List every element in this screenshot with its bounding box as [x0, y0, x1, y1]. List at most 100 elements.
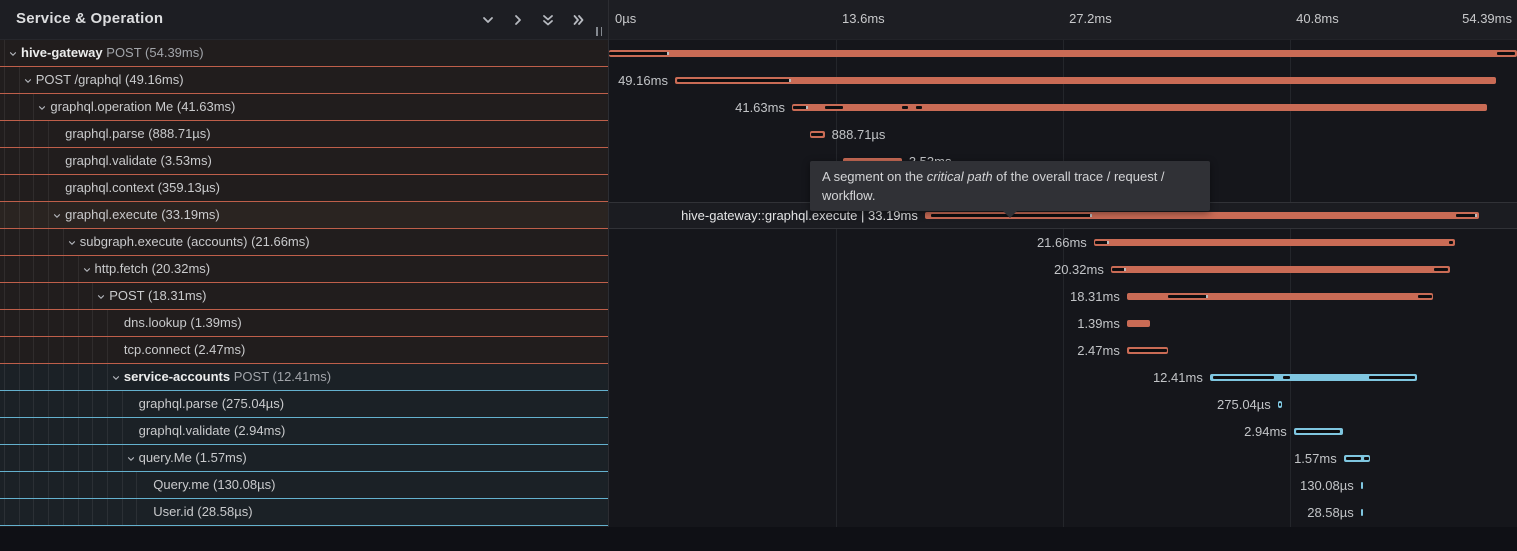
collapse-chevron-icon[interactable]: [126, 454, 136, 464]
span-bar[interactable]: [792, 104, 1487, 111]
collapse-chevron-icon[interactable]: [67, 238, 77, 248]
span-label: graphql.execute (33.19ms): [65, 202, 220, 228]
span-row[interactable]: service-accounts POST (12.41ms): [0, 364, 608, 391]
span-row[interactable]: graphql.context (359.13µs): [0, 175, 608, 202]
indent-guide: [33, 202, 34, 228]
span-label: tcp.connect (2.47ms): [124, 337, 245, 363]
timeline-row: 2.94ms: [609, 418, 1517, 445]
span-row[interactable]: graphql.validate (2.94ms): [0, 418, 608, 445]
span-row[interactable]: graphql.execute (33.19ms): [0, 202, 608, 229]
span-row[interactable]: dns.lookup (1.39ms): [0, 310, 608, 337]
span-row[interactable]: POST (18.31ms): [0, 283, 608, 310]
timeline-row: 18.31ms: [609, 283, 1517, 310]
indent-guide: [19, 148, 20, 174]
indent-guide: [78, 391, 79, 417]
span-row[interactable]: graphql.parse (888.71µs): [0, 121, 608, 148]
span-row[interactable]: graphql.parse (275.04µs): [0, 391, 608, 418]
collapse-chevron-icon[interactable]: [82, 265, 92, 275]
trace-viewer: Service & Operation hive-gateway POST (5…: [0, 0, 1517, 551]
critical-path-segment: [1434, 268, 1449, 271]
indent-guide: [33, 499, 34, 525]
critical-path-cap: [789, 79, 791, 82]
timeline-row: 130.08µs: [609, 472, 1517, 499]
indent-guide: [122, 499, 123, 525]
timeline-row: 1.39ms: [609, 310, 1517, 337]
indent-guide: [4, 202, 5, 228]
span-row[interactable]: http.fetch (20.32ms): [0, 256, 608, 283]
indent-guide: [48, 391, 49, 417]
span-bar[interactable]: [609, 50, 1517, 57]
critical-path-segment: [609, 52, 669, 55]
critical-path-cap: [1206, 295, 1208, 298]
axis-tick-label: 54.39ms: [1462, 11, 1512, 26]
critical-path-segment: [1296, 430, 1340, 433]
indent-guide: [48, 283, 49, 309]
indent-guide: [4, 310, 5, 336]
collapse-chevron-icon[interactable]: [8, 49, 18, 59]
chevron-down-icon[interactable]: [480, 12, 496, 28]
indent-guide: [48, 148, 49, 174]
span-row[interactable]: graphql.operation Me (41.63ms): [0, 94, 608, 121]
critical-path-segment: [1418, 295, 1432, 298]
indent-guide: [48, 364, 49, 390]
indent-guide: [63, 229, 64, 255]
double-chevron-right-icon[interactable]: [570, 12, 586, 28]
span-row[interactable]: Query.me (130.08µs): [0, 472, 608, 499]
indent-guide: [107, 499, 108, 525]
indent-guide: [48, 418, 49, 444]
span-row[interactable]: graphql.validate (3.53ms): [0, 148, 608, 175]
span-label: User.id (28.58µs): [153, 499, 252, 525]
indent-guide: [63, 256, 64, 282]
indent-guide: [33, 310, 34, 336]
indent-guide: [92, 391, 93, 417]
span-label: query.Me (1.57ms): [139, 445, 247, 471]
indent-guide: [122, 472, 123, 498]
indent-guide: [78, 364, 79, 390]
span-row[interactable]: hive-gateway POST (54.39ms): [0, 40, 608, 67]
collapse-chevron-icon[interactable]: [52, 211, 62, 221]
span-row[interactable]: POST /graphql (49.16ms): [0, 67, 608, 94]
span-bar[interactable]: [1361, 482, 1363, 489]
span-row[interactable]: User.id (28.58µs): [0, 499, 608, 526]
span-bar[interactable]: [1361, 509, 1363, 516]
timeline-row: 275.04µs: [609, 391, 1517, 418]
indent-guide: [33, 364, 34, 390]
indent-guide: [4, 391, 5, 417]
collapse-chevron-icon[interactable]: [23, 76, 33, 86]
span-label: subgraph.execute (accounts) (21.66ms): [80, 229, 310, 255]
span-bar[interactable]: [675, 77, 1496, 84]
indent-guide: [78, 418, 79, 444]
indent-guide: [92, 337, 93, 363]
span-bar[interactable]: [1127, 320, 1150, 327]
indent-guide: [122, 445, 123, 471]
tooltip-text-italic: critical path: [927, 169, 993, 184]
indent-guide: [63, 445, 64, 471]
indent-guide: [136, 499, 137, 525]
indent-guide: [63, 472, 64, 498]
collapse-chevron-icon[interactable]: [96, 292, 106, 302]
double-chevron-down-icon[interactable]: [540, 12, 556, 28]
indent-guide: [107, 418, 108, 444]
operation-name: POST (12.41ms): [230, 369, 331, 384]
indent-guide: [4, 472, 5, 498]
span-bar[interactable]: [1094, 239, 1456, 246]
critical-path-segment: [1456, 214, 1477, 217]
span-duration-label: 28.58µs: [1307, 499, 1354, 526]
indent-guide: [19, 391, 20, 417]
indent-guide: [78, 283, 79, 309]
indent-guide: [33, 175, 34, 201]
span-row[interactable]: query.Me (1.57ms): [0, 445, 608, 472]
indent-guide: [4, 40, 5, 66]
span-duration-label: 275.04µs: [1217, 391, 1271, 418]
span-row[interactable]: subgraph.execute (accounts) (21.66ms): [0, 229, 608, 256]
collapse-chevron-icon[interactable]: [37, 103, 47, 113]
span-label: Query.me (130.08µs): [153, 472, 275, 498]
collapse-chevron-icon[interactable]: [111, 373, 121, 383]
indent-guide: [122, 391, 123, 417]
chevron-right-icon[interactable]: [510, 12, 526, 28]
span-row[interactable]: tcp.connect (2.47ms): [0, 337, 608, 364]
span-duration-label: 888.71µs: [832, 121, 886, 148]
span-bar[interactable]: [1111, 266, 1450, 273]
timeline-row: 28.58µs: [609, 499, 1517, 526]
panel-resize-grip[interactable]: [596, 27, 602, 36]
